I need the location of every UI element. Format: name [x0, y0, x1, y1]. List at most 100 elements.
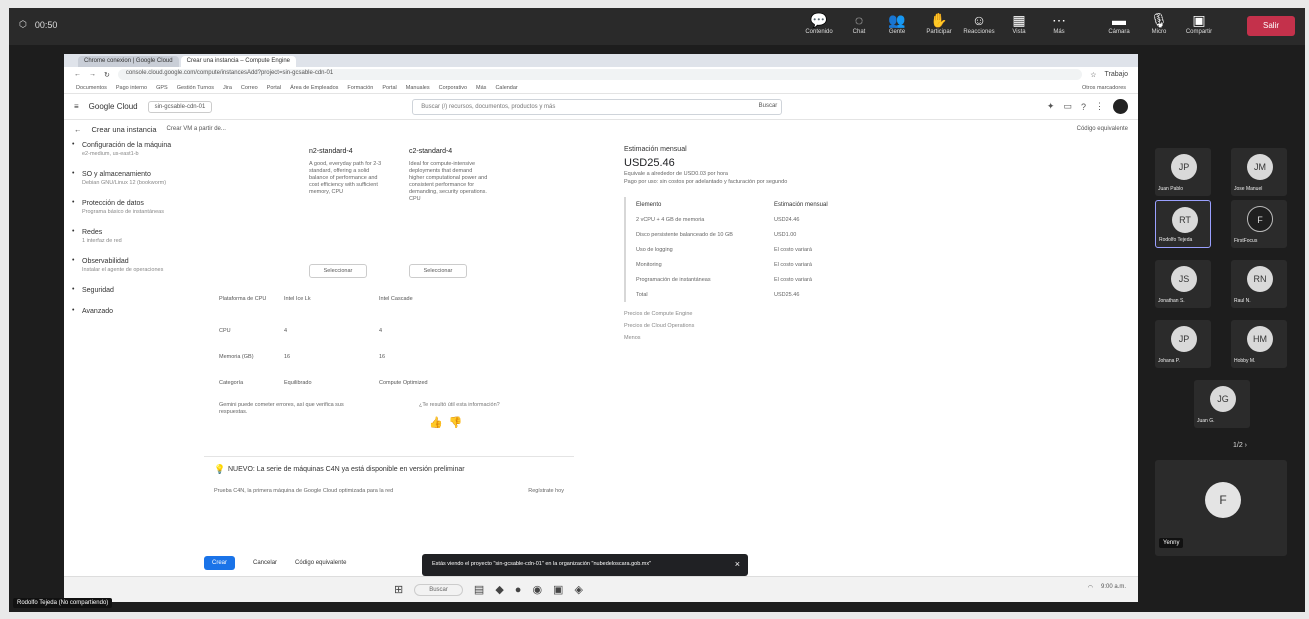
participant-tile[interactable]: JP Johana P. — [1155, 320, 1211, 368]
sidebar-item[interactable]: ObservabilidadInstalar el agente de oper… — [72, 257, 187, 273]
thumbs-down-icon[interactable]: 👎 — [449, 417, 469, 429]
bookmark[interactable]: Pago interno — [116, 85, 147, 91]
avatar: F — [1205, 482, 1241, 518]
participant-tile[interactable]: F FirstFocus — [1231, 200, 1287, 248]
participants-pager[interactable]: 1/2 › — [1233, 442, 1247, 449]
pricing-link[interactable]: Precios de Compute Engine — [624, 308, 864, 320]
comparison-row: Memoria (GB) 16 16 — [219, 354, 386, 360]
reacciones-button[interactable]: ☺ Reacciones — [959, 11, 999, 35]
vista-button[interactable]: ▦ Vista — [999, 11, 1039, 35]
form-actions: Crear Cancelar Código equivalente — [204, 556, 346, 570]
code-link[interactable]: Código equivalente — [1077, 126, 1128, 132]
bookmark[interactable]: Portal — [382, 85, 396, 91]
project-picker[interactable]: sin-gcsable-cdn-01 — [147, 100, 213, 113]
avatar: RN — [1247, 266, 1273, 292]
profile-button[interactable]: Trabajo — [1105, 71, 1128, 78]
sidebar-item[interactable]: Avanzado — [72, 307, 187, 315]
app-icon[interactable]: ◆ — [495, 583, 503, 596]
bookmark[interactable]: Más — [476, 85, 486, 91]
bookmark[interactable]: Jira — [223, 85, 232, 91]
self-video-tile: F Yenny — [1155, 460, 1287, 556]
avatar[interactable] — [1113, 99, 1128, 114]
bookmark[interactable]: Gestión Turnos — [177, 85, 214, 91]
micro-button[interactable]: 🎙 Micro — [1139, 11, 1179, 35]
promo-banner: 💡 NUEVO: La serie de máquinas C4N ya está… — [204, 456, 574, 518]
participant-name: Jonathan S. — [1158, 298, 1185, 304]
select-button[interactable]: Seleccionar — [309, 264, 367, 278]
app-icon[interactable]: ◉ — [532, 583, 542, 596]
help-icon[interactable]: ? — [1081, 102, 1086, 112]
search-button[interactable]: Buscar — [759, 103, 778, 109]
less-link[interactable]: Menos — [624, 332, 864, 344]
bookmark[interactable]: Formación — [347, 85, 373, 91]
bookmark[interactable]: GPS — [156, 85, 168, 91]
cancel-button[interactable]: Cancelar — [253, 560, 277, 566]
más-button[interactable]: ⋯ Más — [1039, 11, 1079, 35]
bookmark[interactable]: Área de Empleados — [290, 85, 338, 91]
taskbar-search[interactable]: Buscar — [414, 583, 463, 596]
sidebar-item[interactable]: SO y almacenamientoDebian GNU/Linux 12 (… — [72, 170, 187, 186]
app-icon[interactable]: ▤ — [474, 583, 484, 596]
thumbs-up-icon[interactable]: 👍 — [429, 417, 449, 429]
browser-tab[interactable]: Chrome conexion | Google Cloud — [78, 56, 179, 67]
shared-screen: Chrome conexion | Google Cloud Crear una… — [64, 54, 1138, 602]
participant-tile[interactable]: RN Raul N. — [1231, 260, 1287, 308]
participar-button[interactable]: ✋ Participar — [919, 11, 959, 35]
participant-tile[interactable]: JS Jonathan S. — [1155, 260, 1211, 308]
start-icon[interactable]: ⊞ — [394, 583, 403, 596]
promo-link[interactable]: Prueba C4N, la primera máquina de Google… — [214, 488, 393, 494]
gemini-icon[interactable]: ✦ — [1047, 101, 1055, 112]
equivalent-code-button[interactable]: Código equivalente — [295, 560, 346, 566]
sidebar-item[interactable]: Redes1 interfaz de red — [72, 228, 187, 244]
back-icon[interactable]: ← — [74, 71, 81, 78]
create-from-button[interactable]: Crear VM a partir de... — [167, 126, 226, 132]
gente-button[interactable]: 👥 Gente — [877, 11, 917, 35]
pricing-link[interactable]: Precios de Cloud Operations — [624, 320, 864, 332]
avatar: HM — [1247, 326, 1273, 352]
reload-icon[interactable]: ↻ — [104, 71, 110, 79]
leave-button[interactable]: Salir — [1247, 16, 1295, 36]
bookmark[interactable]: Corporativo — [439, 85, 467, 91]
chat-button[interactable]: ◌ Chat — [839, 11, 879, 35]
app-icon[interactable]: ◈ — [574, 583, 582, 596]
participant-tile[interactable]: RT Rodolfo Tejeda — [1155, 200, 1211, 248]
app-icon[interactable]: ▣ — [553, 583, 563, 596]
app-icon[interactable]: ● — [515, 584, 522, 596]
participant-tile[interactable]: JG Juan G. — [1194, 380, 1250, 428]
select-button[interactable]: Seleccionar — [409, 264, 467, 278]
star-icon[interactable]: ☆ — [1090, 71, 1096, 79]
sidebar-item[interactable]: Seguridad — [72, 286, 187, 294]
bookmark[interactable]: Portal — [267, 85, 281, 91]
browser-tab-active[interactable]: Crear una instancia – Compute Engine — [180, 56, 297, 67]
forward-icon[interactable]: → — [89, 71, 96, 78]
participant-tile[interactable]: HM Hobby M. — [1231, 320, 1287, 368]
participant-tile[interactable]: JM Jose Manuel — [1231, 148, 1287, 196]
sidebar-item[interactable]: Configuración de la máquinae2-medium, us… — [72, 141, 187, 157]
sidebar-item[interactable]: Protección de datosPrograma básico de in… — [72, 199, 187, 215]
bookmark[interactable]: Manuales — [406, 85, 430, 91]
search-input[interactable]: Buscar (/) recursos, documentos, product… — [412, 98, 783, 115]
bookmark[interactable]: Calendar — [495, 85, 517, 91]
create-button[interactable]: Crear — [204, 556, 236, 570]
back-arrow-icon[interactable]: ← — [74, 125, 82, 134]
more-icon[interactable]: ⋮ — [1095, 101, 1104, 112]
avatar: F — [1247, 206, 1273, 232]
avatar: JG — [1210, 386, 1236, 412]
contenido-button[interactable]: 💬 Contenido — [799, 11, 839, 35]
bookmark[interactable]: Correo — [241, 85, 258, 91]
url-field[interactable]: console.cloud.google.com/compute/instanc… — [117, 69, 1083, 80]
page-title: Crear una instancia — [91, 124, 157, 134]
compartir-button[interactable]: ▣ Compartir — [1179, 11, 1219, 35]
meeting-window: ⬡ 00:50 💬 Contenido ◌ Chat 👥 Gente ✋ Participar… — [9, 8, 1305, 612]
terminal-icon[interactable]: ▭ — [1063, 101, 1072, 112]
participant-tile[interactable]: JP Juan Pablo — [1155, 148, 1211, 196]
close-icon[interactable]: × — [735, 559, 740, 569]
main-content: Configuración de la máquinae2-medium, us… — [64, 138, 1138, 578]
gcloud-brand[interactable]: Google Cloud — [89, 102, 138, 111]
bookmark[interactable]: Documentos — [76, 85, 107, 91]
menu-icon[interactable]: ≡ — [74, 102, 79, 111]
other-bookmarks[interactable]: Otros marcadores — [1082, 85, 1126, 91]
table-row: Disco persistente balanceado de 10 GB USD… — [636, 231, 797, 238]
register-link[interactable]: Regístrate hoy — [528, 488, 564, 494]
cámara-button[interactable]: ▬ Cámara — [1099, 11, 1139, 35]
